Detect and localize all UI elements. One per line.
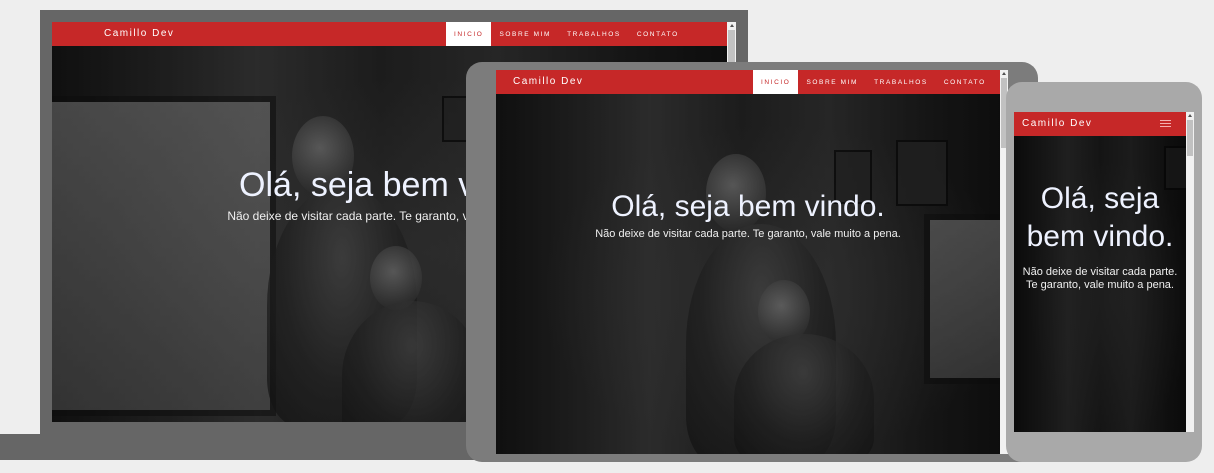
phone-screen: Camillo Dev Olá, seja bem vindo. Não dei… xyxy=(1014,112,1194,432)
tablet-screen: Camillo Dev INICIO SOBRE MIM TRABALHOS C… xyxy=(496,70,1008,454)
scrollbar-thumb[interactable] xyxy=(1187,120,1193,156)
brand-logo[interactable]: Camillo Dev xyxy=(1022,118,1092,129)
nav-link-trabalhos[interactable]: TRABALHOS xyxy=(866,70,936,94)
scroll-up-arrow-icon[interactable] xyxy=(729,24,734,27)
hero-title: Olá, seja bem vindo. xyxy=(1026,182,1174,253)
nav-link-inicio[interactable]: INICIO xyxy=(753,70,799,94)
nav-link-sobre-mim[interactable]: SOBRE MIM xyxy=(491,22,559,46)
hero-subtitle: Não deixe de visitar cada parte. Te gara… xyxy=(595,228,901,240)
phone-navbar: Camillo Dev xyxy=(1014,112,1194,136)
nav-link-inicio[interactable]: INICIO xyxy=(446,22,492,46)
nav-link-contato[interactable]: CONTATO xyxy=(936,70,994,94)
hero-title: Olá, seja bem vindo. xyxy=(611,190,885,223)
desktop-nav-links: INICIO SOBRE MIM TRABALHOS CONTATO xyxy=(446,22,687,46)
phone-mockup: Camillo Dev Olá, seja bem vindo. Não dei… xyxy=(1006,82,1202,462)
hamburger-menu-icon[interactable] xyxy=(1160,120,1171,128)
hero-subtitle: Não deixe de visitar cada parte. Te gara… xyxy=(1022,266,1178,291)
tablet-hero-text: Olá, seja bem vindo. Não deixe de visita… xyxy=(496,190,1000,240)
tablet-navbar: Camillo Dev INICIO SOBRE MIM TRABALHOS C… xyxy=(496,70,1008,94)
nav-link-contato[interactable]: CONTATO xyxy=(629,22,687,46)
hero-overlay xyxy=(496,94,1008,454)
tablet-nav-links: INICIO SOBRE MIM TRABALHOS CONTATO xyxy=(753,70,994,94)
phone-hero-text: Olá, seja bem vindo. Não deixe de visita… xyxy=(1020,180,1180,292)
brand-logo[interactable]: Camillo Dev xyxy=(104,28,174,39)
scroll-up-arrow-icon[interactable] xyxy=(1002,72,1006,75)
tablet-mockup: Camillo Dev INICIO SOBRE MIM TRABALHOS C… xyxy=(466,62,1038,462)
scroll-up-arrow-icon[interactable] xyxy=(1188,114,1192,117)
brand-logo[interactable]: Camillo Dev xyxy=(513,76,583,87)
scrollbar-thumb[interactable] xyxy=(728,30,735,62)
desktop-base xyxy=(0,434,480,460)
phone-scrollbar[interactable] xyxy=(1186,112,1194,432)
desktop-navbar: Camillo Dev INICIO SOBRE MIM TRABALHOS C… xyxy=(52,22,736,46)
nav-link-trabalhos[interactable]: TRABALHOS xyxy=(559,22,629,46)
nav-link-sobre-mim[interactable]: SOBRE MIM xyxy=(798,70,866,94)
tablet-hero-background xyxy=(496,94,1008,454)
